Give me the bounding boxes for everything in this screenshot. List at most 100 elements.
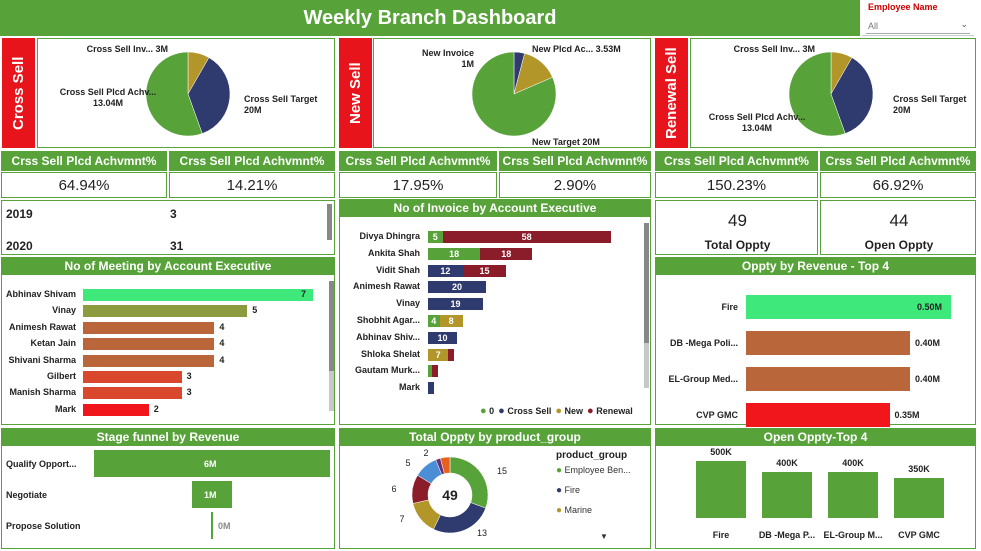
filter-value: All xyxy=(868,21,879,31)
meeting-bar-value: 5 xyxy=(252,305,258,316)
meeting-bar[interactable] xyxy=(83,371,182,383)
invoices-title: No of Invoice by Account Executive xyxy=(339,199,651,217)
open-oppty-column[interactable] xyxy=(762,472,812,518)
meeting-exec-label: Mark xyxy=(54,403,76,414)
open-oppty-category: EL-Group M... xyxy=(823,530,883,540)
invoice-bar-segment[interactable]: 7 xyxy=(428,348,449,361)
meetings-chart: Abhinav Shivam 7 Vinay 5 Animesh Rawat 4 Ke… xyxy=(1,275,335,425)
meeting-bar[interactable] xyxy=(83,403,149,416)
legend-item[interactable]: ● Renewal xyxy=(587,405,633,417)
filter-label: Employee Name xyxy=(868,2,938,12)
meeting-bar[interactable] xyxy=(83,338,215,351)
meeting-bar-value: 4 xyxy=(219,338,225,349)
legend-item[interactable]: ● Cross Sell xyxy=(498,405,551,417)
invoice-bar-segment[interactable]: 19 xyxy=(428,298,484,311)
kpi-head-2: Crss Sell Plcd Achvmnt% xyxy=(169,151,335,171)
meeting-bar[interactable] xyxy=(83,387,182,400)
meetings-scroll-thumb[interactable] xyxy=(329,281,334,371)
year-row: 2019 xyxy=(6,207,33,221)
legend-dot: ● xyxy=(555,405,563,417)
revenue-label: EL-Group Med... xyxy=(668,374,739,384)
legend-item[interactable]: ● 0 xyxy=(480,405,494,417)
new-sell-pie-chart: New Invoice1M New Plcd Ac... 3.53M New Tar… xyxy=(422,44,621,147)
employee-filter[interactable]: Employee Name All ⌄ xyxy=(862,0,974,36)
meeting-bar[interactable] xyxy=(83,321,215,334)
invoice-bar-segment[interactable]: 12 xyxy=(428,264,463,277)
legend-dot: ● xyxy=(498,405,505,417)
invoice-bar-segment[interactable] xyxy=(428,382,434,395)
invoice-exec-label: Vinay xyxy=(396,298,420,309)
revenue-bar[interactable] xyxy=(746,367,910,391)
year-row-value: 31 xyxy=(170,239,184,253)
funnel-bar[interactable] xyxy=(211,512,213,539)
year-table-scrollbar[interactable] xyxy=(327,204,332,240)
invoice-bar-segment[interactable]: 8 xyxy=(439,315,463,327)
invoice-bar-segment[interactable]: 4 xyxy=(428,315,440,327)
open-oppty-column[interactable] xyxy=(894,478,944,518)
renewal-sell-pie-chart: Cross Sell Inv... 3M Cross Sell Plcd Achv… xyxy=(709,44,966,137)
product-group-title: Total Oppty by product_group xyxy=(339,428,651,446)
open-oppty-title: Open Oppty-Top 4 xyxy=(655,428,976,446)
invoice-exec-label: Divya Dhingra xyxy=(359,231,420,241)
invoice-bar-segment[interactable]: 10 xyxy=(428,331,457,344)
new-sell-pie-panel: New Invoice 1M New Plcd Ac... 3.53M New Tar… xyxy=(373,38,651,148)
pie-label: Cross Sell Target xyxy=(893,94,966,104)
cross-sell-pie-chart: Cross Sell Inv... 3M Cross Sell Plcd Achv… xyxy=(60,44,317,137)
filter-dropdown[interactable]: All ⌄ xyxy=(866,19,970,34)
revenue-label: CVP GMC xyxy=(696,410,738,420)
stage-funnel-title: Stage funnel by Revenue xyxy=(1,428,335,446)
open-oppty-column[interactable] xyxy=(828,472,878,518)
pie-label-value: 13.04M xyxy=(742,123,772,133)
stage-funnel-chart: Qualify Opport... 6M Negotiate 1M Propose … xyxy=(1,446,335,549)
renewal-sell-side-label: Renewal Sell xyxy=(655,38,688,148)
meeting-bar[interactable] xyxy=(83,354,215,367)
legend-item[interactable]: ● Employee Ben... xyxy=(556,464,631,484)
open-oppty-value: 500K xyxy=(710,447,732,457)
open-oppty-column[interactable] xyxy=(696,461,746,518)
invoice-exec-label: Shobhit Agar... xyxy=(356,315,420,325)
cross-sell-pie-panel: Cross Sell Inv... 3M Cross Sell Plcd Achv… xyxy=(37,38,335,148)
year-table[interactable]: 2019 3 2020 31 xyxy=(1,200,335,255)
legend-scroll-down-icon[interactable]: ▼ xyxy=(600,532,608,541)
product-group-chart: 15 13 7 6 5 2 49 product_group ● Employee Ben.… xyxy=(339,446,651,549)
invoice-bar-segment[interactable]: 58 xyxy=(442,231,611,243)
meeting-exec-label: Ketan Jain xyxy=(30,338,76,349)
legend-dot: ● xyxy=(556,485,563,496)
invoices-scroll-thumb[interactable] xyxy=(644,223,649,343)
invoice-bar-segment[interactable]: 20 xyxy=(428,281,486,294)
oppty-revenue-chart: Fire 0.50M DB -Mega Poli... 0.40M EL-Group… xyxy=(655,275,976,427)
open-oppty-value: 44 xyxy=(889,211,909,230)
new-sell-side-label: New Sell xyxy=(339,38,372,148)
year-row-value: 3 xyxy=(170,207,177,221)
pie-label: Cross Sell Plcd Achv... xyxy=(709,112,806,122)
invoice-bar-segment[interactable]: 15 xyxy=(462,264,507,277)
pie-label-value: 20M xyxy=(244,105,262,115)
open-oppty-chart: 500K Fire 400K DB -Mega P... 400K EL-Group… xyxy=(655,446,976,549)
kpi-head-1: Crss Sell Plcd Achvmnt% xyxy=(1,151,167,171)
donut-slice-label: 6 xyxy=(391,484,396,494)
pie-label-value: 1M xyxy=(461,59,474,69)
donut-slice-label: 13 xyxy=(477,528,487,538)
kpi-value-2: 14.21% xyxy=(169,172,335,198)
revenue-bar[interactable] xyxy=(746,403,890,427)
meeting-bar-value: 4 xyxy=(219,354,225,365)
invoice-bar-segment[interactable]: 18 xyxy=(428,247,481,260)
legend-item[interactable]: ● Marine xyxy=(556,504,631,524)
invoice-bar-segment[interactable] xyxy=(448,348,455,361)
invoice-bar-segment[interactable]: 18 xyxy=(480,247,533,260)
legend-item[interactable]: ● Fire xyxy=(556,484,631,504)
total-oppty-card: 49 Total Oppty xyxy=(655,200,818,255)
invoice-bar-segment[interactable]: 5 xyxy=(428,231,443,243)
revenue-bar[interactable] xyxy=(746,331,910,355)
open-oppty-category: DB -Mega P... xyxy=(758,530,816,540)
invoice-bar-segment[interactable] xyxy=(432,365,438,378)
kpi-head-6: Crss Sell Plcd Achvmnt% xyxy=(820,151,976,171)
kpi-value-6: 66.92% xyxy=(820,172,976,198)
kpi-head-4: Crss Sell Plcd Achvmnt% xyxy=(499,151,651,171)
meeting-bar[interactable] xyxy=(83,289,313,301)
meeting-bar[interactable] xyxy=(83,305,248,318)
invoice-exec-label: Shloka Shelat xyxy=(360,348,420,359)
legend-item[interactable]: ● New xyxy=(555,405,583,417)
funnel-stage-label: Negotiate xyxy=(6,490,48,500)
meeting-bar-value: 3 xyxy=(186,387,192,398)
